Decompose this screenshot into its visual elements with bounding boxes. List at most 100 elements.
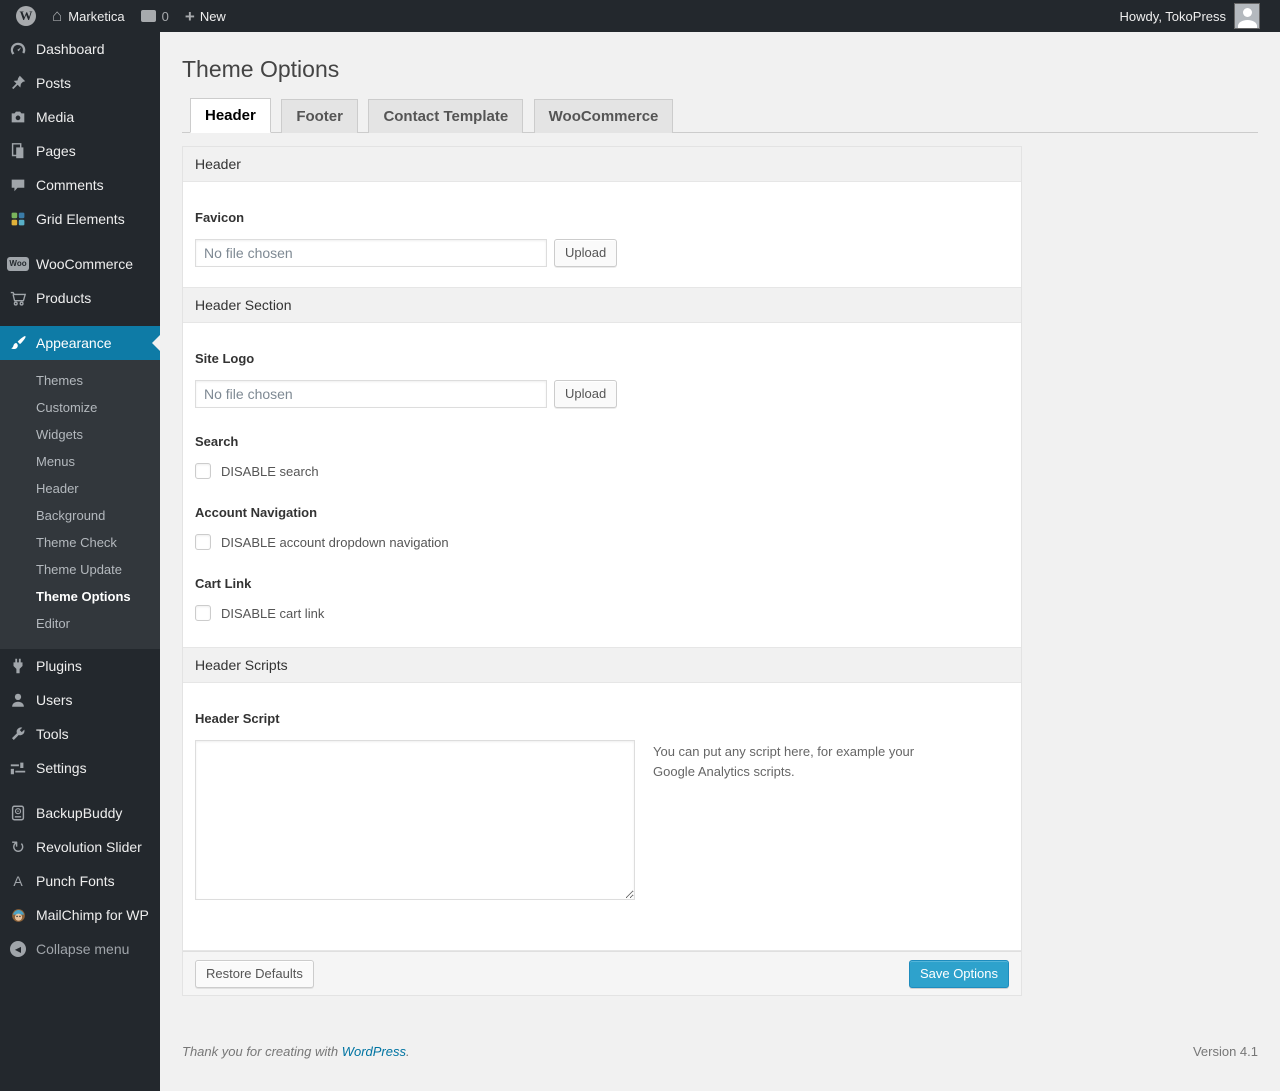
woocommerce-icon: Woo	[7, 254, 29, 274]
sidebar-item-label: Tools	[36, 726, 69, 742]
wordpress-logo-icon: W	[16, 6, 36, 26]
sidebar-item-label: MailChimp for WP	[36, 907, 149, 923]
sidebar-item-backupbuddy[interactable]: BackupBuddy	[0, 796, 160, 830]
comment-count: 0	[161, 8, 169, 24]
camera-icon	[8, 107, 28, 127]
admin-sidebar: Dashboard Posts Media Pages Comments Gri…	[0, 32, 160, 1091]
sidebar-item-label: Pages	[36, 143, 76, 159]
site-logo-upload-button[interactable]: Upload	[554, 380, 618, 408]
sidebar-item-label: Grid Elements	[36, 211, 125, 227]
sidebar-item-media[interactable]: Media	[0, 100, 160, 134]
sidebar-item-tools[interactable]: Tools	[0, 717, 160, 751]
submenu-item-header[interactable]: Header	[0, 475, 160, 502]
sidebar-item-label: Appearance	[36, 335, 112, 351]
disable-account-nav-checkbox[interactable]	[195, 534, 211, 550]
wordpress-logo-menu[interactable]: W	[8, 0, 44, 32]
menu-separator	[0, 315, 160, 326]
sidebar-item-settings[interactable]: Settings	[0, 751, 160, 785]
header-script-label: Header Script	[195, 711, 280, 726]
tab-header[interactable]: Header	[190, 98, 271, 133]
sidebar-item-plugins[interactable]: Plugins	[0, 649, 160, 683]
menu-separator	[0, 785, 160, 796]
header-script-textarea[interactable]	[195, 740, 635, 900]
comments-link[interactable]: 0	[133, 0, 177, 32]
admin-bar: W ⌂ Marketica 0 + New Howdy, TokoPress	[0, 0, 1280, 32]
disable-cart-link-checkbox[interactable]	[195, 605, 211, 621]
submenu-item-theme-check[interactable]: Theme Check	[0, 529, 160, 556]
disable-search-checkbox[interactable]	[195, 463, 211, 479]
submenu-item-background[interactable]: Background	[0, 502, 160, 529]
submenu-item-editor[interactable]: Editor	[0, 610, 160, 637]
cart-link-label: Cart Link	[195, 576, 252, 591]
my-account-menu[interactable]: Howdy, TokoPress	[1112, 0, 1268, 32]
sidebar-item-pages[interactable]: Pages	[0, 134, 160, 168]
panel-footer-bar: Restore Defaults Save Options	[183, 951, 1021, 995]
home-icon: ⌂	[52, 6, 63, 25]
tab-woocommerce[interactable]: WooCommerce	[533, 99, 674, 133]
sidebar-item-punch-fonts[interactable]: A Punch Fonts	[0, 864, 160, 898]
sidebar-item-label: Punch Fonts	[36, 873, 115, 889]
mailchimp-monkey-icon	[8, 905, 28, 925]
search-label: Search	[195, 434, 239, 449]
sidebar-item-label: Settings	[36, 760, 87, 776]
submenu-item-menus[interactable]: Menus	[0, 448, 160, 475]
section-header-scripts-title: Header Scripts	[183, 648, 1021, 683]
footer-thanks-text: Thank you for creating with WordPress.	[182, 1044, 410, 1059]
sidebar-item-label: WooCommerce	[36, 256, 133, 272]
grid-elements-icon	[8, 209, 28, 229]
save-options-button[interactable]: Save Options	[908, 959, 1009, 988]
submenu-item-theme-options[interactable]: Theme Options	[0, 583, 160, 610]
sidebar-item-label: Users	[36, 692, 73, 708]
dashboard-icon	[8, 39, 28, 59]
tab-contact-template[interactable]: Contact Template	[368, 99, 524, 133]
wordpress-link[interactable]: WordPress	[342, 1044, 406, 1059]
admin-footer: Thank you for creating with WordPress. V…	[182, 1044, 1258, 1079]
sidebar-item-label: Comments	[36, 177, 104, 193]
disable-cart-link-checkbox-label: DISABLE cart link	[221, 605, 325, 621]
site-logo-label: Site Logo	[195, 351, 255, 366]
sidebar-item-posts[interactable]: Posts	[0, 66, 160, 100]
appearance-submenu: Themes Customize Widgets Menus Header Ba…	[0, 360, 160, 649]
plug-icon	[8, 656, 28, 676]
howdy-text: Howdy, TokoPress	[1119, 8, 1226, 24]
plus-icon: +	[184, 6, 195, 26]
footer-version-text: Version 4.1	[1192, 1044, 1258, 1059]
theme-options-panel: Header Favicon Upload Header Section Sit…	[182, 146, 1022, 996]
collapse-arrow-icon: ◀	[8, 939, 28, 959]
disable-account-nav-checkbox-label: DISABLE account dropdown navigation	[221, 534, 449, 550]
collapse-menu-button[interactable]: ◀ Collapse menu	[0, 932, 160, 966]
rotate-arrows-icon: ↻	[10, 837, 26, 857]
sidebar-item-label: Media	[36, 109, 75, 125]
sidebar-item-revolution-slider[interactable]: ↻ Revolution Slider	[0, 830, 160, 864]
section-header-scripts-body: Header Script You can put any script her…	[183, 683, 1021, 951]
sidebar-item-mailchimp[interactable]: MailChimp for WP	[0, 898, 160, 932]
tab-bar: Header Footer Contact Template WooCommer…	[182, 98, 1258, 133]
new-content-menu[interactable]: + New	[177, 0, 234, 32]
favicon-upload-button[interactable]: Upload	[554, 239, 618, 267]
sidebar-item-dashboard[interactable]: Dashboard	[0, 32, 160, 66]
submenu-item-customize[interactable]: Customize	[0, 394, 160, 421]
sidebar-item-products[interactable]: Products	[0, 281, 160, 315]
letter-a-icon: A	[13, 873, 23, 889]
pages-icon	[8, 141, 28, 161]
cart-icon	[8, 288, 28, 308]
sidebar-item-woocommerce[interactable]: Woo WooCommerce	[0, 247, 160, 281]
sidebar-item-appearance[interactable]: Appearance	[0, 326, 160, 360]
section-header-section-body: Site Logo Upload Search DISABLE search A…	[183, 323, 1021, 648]
header-script-help-text: You can put any script here, for example…	[653, 744, 915, 780]
collapse-menu-label: Collapse menu	[36, 941, 130, 957]
submenu-item-widgets[interactable]: Widgets	[0, 421, 160, 448]
site-link[interactable]: ⌂ Marketica	[44, 0, 133, 32]
sidebar-item-comments[interactable]: Comments	[0, 168, 160, 202]
submenu-item-themes[interactable]: Themes	[0, 367, 160, 394]
account-navigation-label: Account Navigation	[195, 505, 318, 520]
tab-footer[interactable]: Footer	[281, 99, 358, 133]
sidebar-item-users[interactable]: Users	[0, 683, 160, 717]
wrench-icon	[8, 724, 28, 744]
site-logo-file-input[interactable]	[195, 380, 547, 408]
submenu-item-theme-update[interactable]: Theme Update	[0, 556, 160, 583]
favicon-file-input[interactable]	[195, 239, 547, 267]
new-label: New	[199, 8, 226, 24]
sidebar-item-grid-elements[interactable]: Grid Elements	[0, 202, 160, 236]
restore-defaults-button[interactable]: Restore Defaults	[195, 959, 314, 988]
